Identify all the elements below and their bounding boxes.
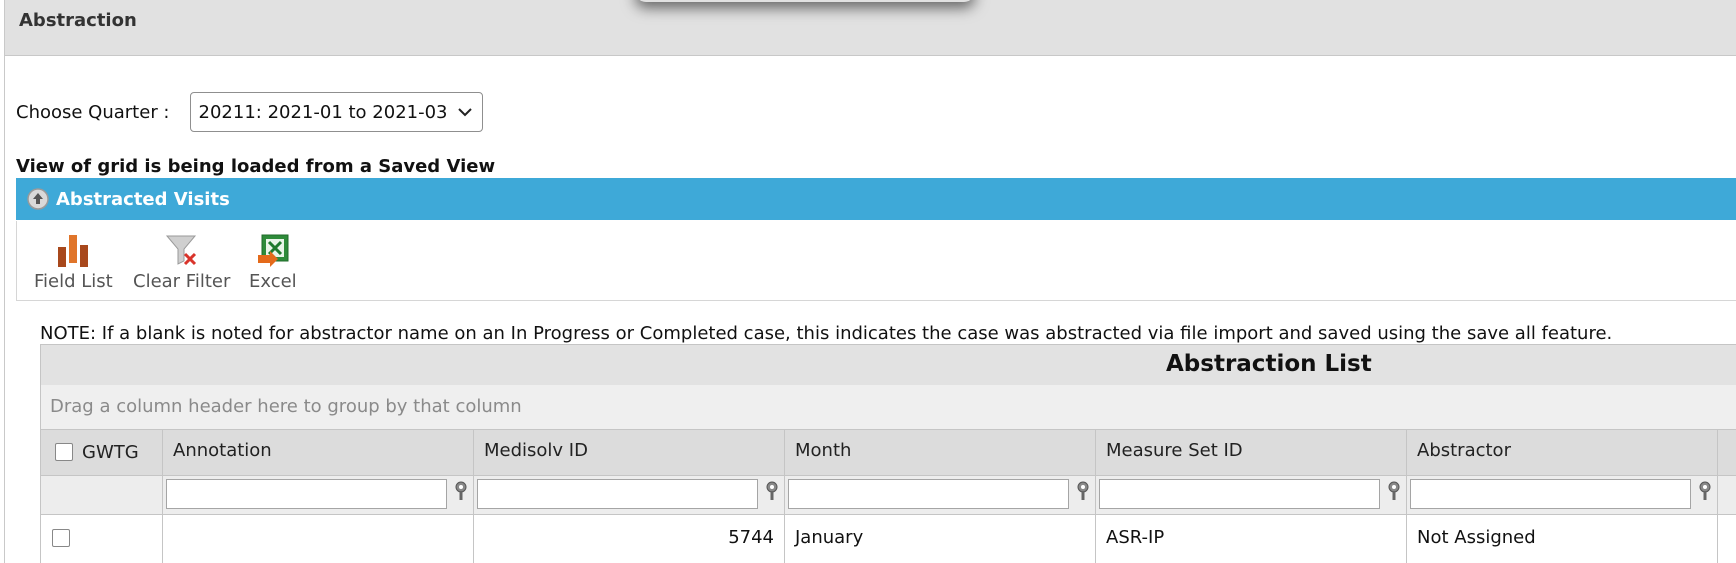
grid-filter-row xyxy=(41,476,1736,515)
excel-button[interactable]: Excel xyxy=(249,229,297,292)
saved-view-message: View of grid is being loaded from a Save… xyxy=(16,156,496,177)
annotation-filter-input[interactable] xyxy=(166,479,447,509)
annotation-cell xyxy=(163,515,474,563)
select-all-checkbox[interactable] xyxy=(55,443,73,461)
column-header-abstractor[interactable]: Abstractor xyxy=(1407,430,1718,475)
medisolv-id-filter-input[interactable] xyxy=(477,479,758,509)
abstractor-value: Not Assigned xyxy=(1417,527,1536,548)
field-list-label: Field List xyxy=(34,271,113,292)
group-by-panel[interactable]: Drag a column header here to group by th… xyxy=(41,385,1736,430)
filter-cell-gwtg xyxy=(41,476,163,514)
medisolv-id-value: 5744 xyxy=(728,527,774,548)
clear-filter-label: Clear Filter xyxy=(133,271,231,292)
field-list-icon xyxy=(56,229,90,267)
popup-shadow xyxy=(635,0,975,2)
row-checkbox[interactable] xyxy=(52,529,70,547)
measure-set-id-filter-input[interactable] xyxy=(1099,479,1380,509)
filter-icon[interactable] xyxy=(1075,481,1091,501)
filter-cell-measure-set-id xyxy=(1096,476,1407,514)
quarter-select[interactable]: 20211: 2021-01 to 2021-03 xyxy=(189,92,483,132)
month-value: January xyxy=(795,527,864,548)
filter-icon[interactable] xyxy=(1386,481,1402,501)
abstractor-filter-input[interactable] xyxy=(1410,479,1691,509)
clear-filter-icon xyxy=(165,229,199,267)
month-header-label: Month xyxy=(795,440,852,461)
chevron-down-icon xyxy=(457,107,472,117)
table-row[interactable]: 5744 January ASR-IP Not Assigned xyxy=(41,515,1736,563)
filter-cell-month xyxy=(785,476,1096,514)
section-title: Abstracted Visits xyxy=(56,188,230,210)
column-header-gwtg[interactable]: GWTG xyxy=(41,430,163,475)
grid-header-row: GWTG Annotation Medisolv ID Month Measur… xyxy=(41,430,1736,476)
abstracted-visits-bar[interactable]: Abstracted Visits xyxy=(16,178,1736,220)
column-header-annotation[interactable]: Annotation xyxy=(163,430,474,475)
column-header-measure-set-id[interactable]: Measure Set ID xyxy=(1096,430,1407,475)
quarter-label: Choose Quarter : xyxy=(16,101,170,123)
filter-icon[interactable] xyxy=(1697,481,1713,501)
filter-icon[interactable] xyxy=(764,481,780,501)
row-select-cell xyxy=(41,515,163,563)
column-header-medisolv-id[interactable]: Medisolv ID xyxy=(474,430,785,475)
month-cell: January xyxy=(785,515,1096,563)
excel-icon xyxy=(256,229,290,267)
abstractor-header-label: Abstractor xyxy=(1417,440,1511,461)
group-by-hint: Drag a column header here to group by th… xyxy=(50,396,522,417)
panel-header: Abstraction xyxy=(5,0,1736,56)
panel-title: Abstraction xyxy=(19,10,137,31)
abstractor-note: NOTE: If a blank is noted for abstractor… xyxy=(40,323,1613,344)
grid-title-bar: Abstraction List xyxy=(41,344,1736,386)
collapse-up-icon[interactable] xyxy=(26,187,50,211)
measure-set-id-value: ASR-IP xyxy=(1106,527,1165,548)
medisolv-id-cell: 5744 xyxy=(474,515,785,563)
quarter-selected-value: 20211: 2021-01 to 2021-03 xyxy=(198,101,448,123)
grid-title: Abstraction List xyxy=(1166,351,1372,377)
filter-cell-annotation xyxy=(163,476,474,514)
abstraction-grid: Abstraction List Drag a column header he… xyxy=(40,344,1736,563)
filter-icon[interactable] xyxy=(453,481,469,501)
gwtg-header-label: GWTG xyxy=(82,442,139,463)
month-filter-input[interactable] xyxy=(788,479,1069,509)
excel-label: Excel xyxy=(249,271,297,292)
medisolv-id-header-label: Medisolv ID xyxy=(484,440,588,461)
grid-toolbar: Field List Clear Filter Excel xyxy=(16,221,1736,301)
abstractor-cell: Not Assigned xyxy=(1407,515,1718,563)
field-list-button[interactable]: Field List xyxy=(34,229,113,292)
filter-cell-abstractor xyxy=(1407,476,1718,514)
measure-set-id-header-label: Measure Set ID xyxy=(1106,440,1243,461)
filter-cell-medisolv-id xyxy=(474,476,785,514)
quarter-row: Choose Quarter : 20211: 2021-01 to 2021-… xyxy=(16,92,483,132)
clear-filter-button[interactable]: Clear Filter xyxy=(133,229,230,292)
annotation-header-label: Annotation xyxy=(173,440,272,461)
column-header-month[interactable]: Month xyxy=(785,430,1096,475)
measure-set-id-cell: ASR-IP xyxy=(1096,515,1407,563)
